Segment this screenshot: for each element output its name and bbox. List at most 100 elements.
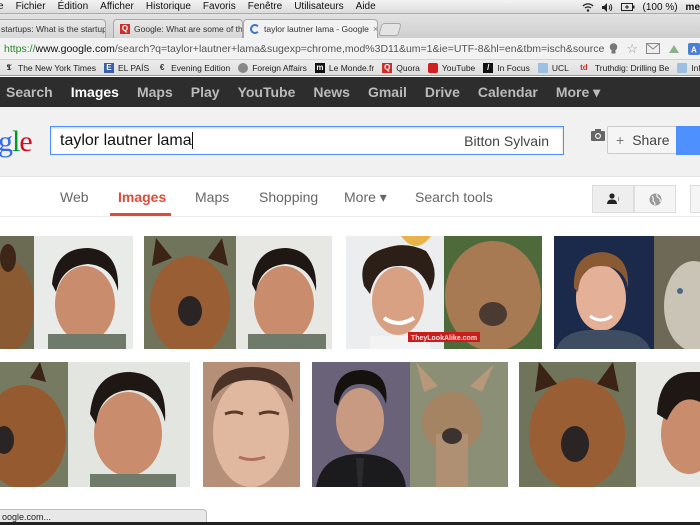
search-input[interactable]: taylor lautner lama Bitton Sylvain [50, 126, 564, 155]
browser-tab-strip: startups: What is the startup × Q Google… [0, 14, 700, 38]
gbar-search[interactable]: Search [6, 84, 53, 100]
menubar-user[interactable]: me [686, 2, 700, 13]
global-results-button[interactable] [634, 185, 676, 213]
gbar-youtube[interactable]: YouTube [238, 84, 296, 100]
browser-tab-active[interactable]: taylor lautner lama - Google × [243, 19, 378, 38]
folder-icon [677, 62, 688, 73]
bookmark-label: EL PAÍS [117, 62, 150, 73]
bookmark-foreign-affairs[interactable]: Foreign Affairs [238, 62, 307, 73]
new-tab-button[interactable] [378, 23, 402, 36]
bookmark-evening-edition[interactable]: € Evening Edition [157, 63, 230, 73]
bookmark-quora[interactable]: Q Quora [382, 62, 420, 73]
tab-shopping[interactable]: Shopping [259, 189, 318, 205]
person-icon [607, 193, 619, 204]
google-logo[interactable]: gle [0, 125, 33, 159]
gbar-calendar[interactable]: Calendar [478, 84, 538, 100]
lightbulb-icon[interactable] [609, 43, 618, 54]
gbar-gmail[interactable]: Gmail [368, 84, 407, 100]
image-result[interactable] [0, 362, 190, 487]
search-query: taylor lautner lama [60, 131, 193, 149]
elpais-icon: E [103, 62, 114, 73]
bookmark-ucl[interactable]: UCL [537, 62, 569, 73]
search-user-name: Bitton Sylvain [464, 132, 549, 149]
menu-fenetre[interactable]: Fenêtre [248, 1, 282, 12]
address-bar: https://www.google.com/search?q=taylor+l… [0, 38, 700, 60]
browser-tab[interactable]: Q Google: What are some of th × [113, 19, 243, 38]
menu-edition[interactable]: Édition [58, 1, 89, 12]
gbar-drive[interactable]: Drive [425, 84, 460, 100]
bookmark-truthdig[interactable]: td Truthdig: Drilling Be [577, 63, 669, 73]
menu-utilisateurs[interactable]: Utilisateurs [294, 1, 343, 12]
bookmark-infor[interactable]: Infor [677, 62, 700, 73]
tab-images[interactable]: Images [118, 189, 166, 205]
tab-maps[interactable]: Maps [195, 189, 229, 205]
bookmark-label: Le Monde.fr [328, 62, 375, 73]
tab-search-tools[interactable]: Search tools [415, 189, 493, 205]
tab-title: Google: What are some of th [134, 24, 243, 34]
share-button[interactable]: + Share [607, 126, 677, 154]
bookmark-youtube[interactable]: YouTube [427, 62, 476, 73]
menu-fichier[interactable]: Fichier [16, 1, 46, 12]
search-tabs: Web Images Maps Shopping More ▾ Search t… [0, 177, 700, 217]
bookmark-elpais[interactable]: E EL PAÍS [103, 62, 150, 73]
share-label: Share [632, 132, 670, 148]
search-button[interactable] [676, 126, 700, 155]
menu-historique[interactable]: Historique [146, 1, 191, 12]
plus-icon: + [616, 132, 625, 148]
menu-favoris[interactable]: Favoris [203, 1, 236, 12]
camera-icon[interactable] [591, 129, 605, 141]
bookmark-label: Foreign Affairs [252, 62, 307, 73]
bookmark-label: UCL [551, 62, 569, 73]
translate-icon[interactable]: A [688, 42, 700, 55]
bookmark-nyt[interactable]: 𝕿 The New York Times [4, 63, 96, 73]
image-result[interactable] [0, 236, 133, 349]
gbar-play[interactable]: Play [191, 84, 220, 100]
bookmark-label: Truthdig: Drilling Be [594, 62, 670, 73]
tab-more[interactable]: More ▾ [344, 189, 387, 206]
globe-icon [649, 193, 661, 205]
bookmark-label: Evening Edition [171, 62, 231, 73]
loading-icon [250, 24, 260, 34]
image-result[interactable] [312, 362, 508, 487]
settings-button[interactable] [690, 185, 700, 213]
foreign-affairs-icon [238, 62, 249, 73]
menu-app[interactable]: e [0, 1, 4, 12]
lemonde-icon: m [314, 62, 325, 73]
gbar-more[interactable]: More ▾ [556, 84, 600, 101]
bookmark-infocus[interactable]: / In Focus [483, 62, 530, 73]
gbar-maps[interactable]: Maps [137, 84, 173, 100]
image-result[interactable] [554, 236, 700, 349]
image-result[interactable] [144, 236, 332, 349]
battery-icon[interactable] [620, 3, 635, 11]
close-tab-icon[interactable]: × [369, 24, 377, 34]
bookmark-label: YouTube [441, 62, 476, 73]
image-result[interactable] [519, 362, 700, 487]
star-bookmark-icon[interactable]: ☆ [626, 41, 638, 57]
truthdig-icon: td [580, 62, 588, 72]
quora-icon: Q [120, 24, 130, 34]
menu-afficher[interactable]: Afficher [100, 1, 134, 12]
menu-aide[interactable]: Aide [356, 1, 376, 12]
infocus-icon: / [483, 62, 494, 73]
bookmark-label: Quora [396, 62, 420, 73]
image-result[interactable]: TheyLookAlike.com [346, 236, 542, 349]
personal-results-button[interactable] [592, 185, 634, 213]
gbar-news[interactable]: News [313, 84, 350, 100]
tab-web[interactable]: Web [60, 189, 89, 205]
extension-icon[interactable] [668, 44, 680, 54]
browser-tab[interactable]: startups: What is the startup × [0, 19, 106, 38]
volume-icon[interactable] [601, 2, 613, 12]
url-field[interactable]: https://www.google.com/search?q=taylor+l… [4, 43, 605, 55]
svg-text:A: A [691, 45, 697, 54]
bookmark-label: Infor [691, 62, 700, 73]
bookmark-label: In Focus [497, 62, 530, 73]
google-bar: Search Images Maps Play YouTube News Gma… [0, 77, 700, 107]
wifi-icon[interactable] [582, 2, 594, 12]
bookmark-lemonde[interactable]: m Le Monde.fr [314, 62, 375, 73]
image-result[interactable] [203, 362, 300, 487]
url-host: www.google.com [35, 42, 115, 55]
quora-icon: Q [382, 62, 393, 73]
gmail-extension-icon[interactable] [646, 43, 660, 54]
folder-icon [537, 62, 548, 73]
gbar-images[interactable]: Images [71, 84, 119, 100]
